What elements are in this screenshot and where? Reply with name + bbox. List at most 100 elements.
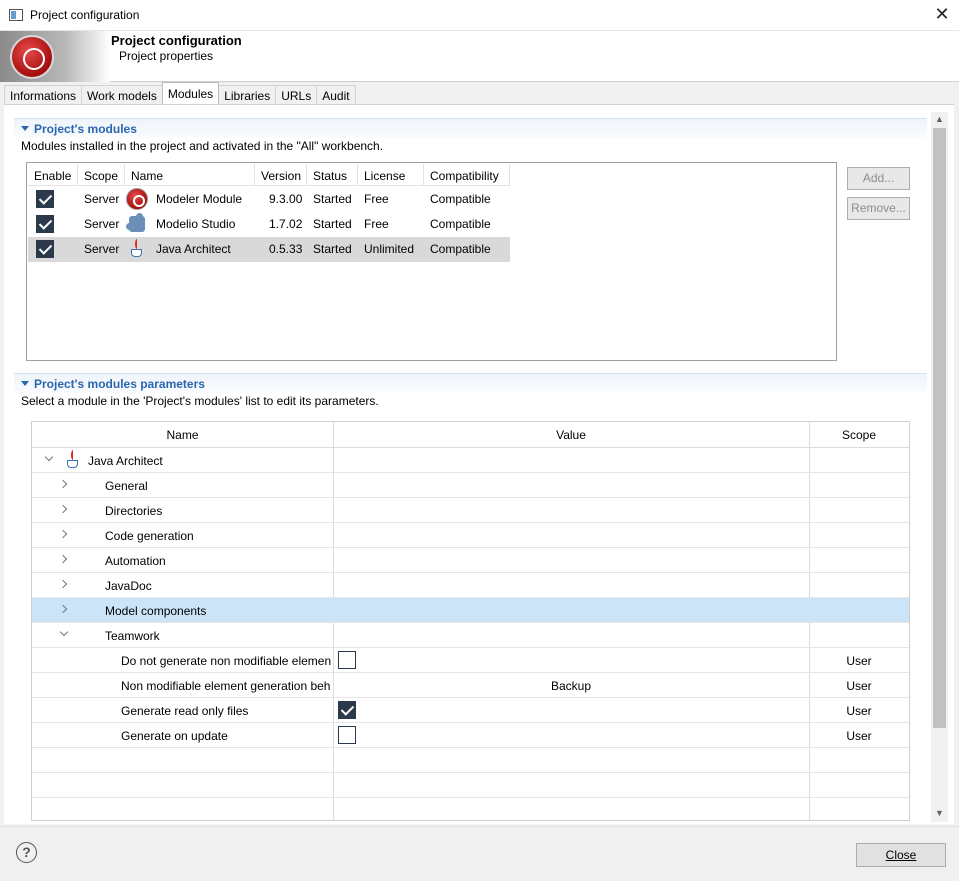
tree-node-label: Code generation <box>105 529 194 543</box>
parameters-tree-table[interactable]: Name Value Scope Java Architect General … <box>31 421 910 821</box>
param-checkbox[interactable] <box>338 726 356 744</box>
param-name: Do not generate non modifiable elemen <box>121 654 332 668</box>
chevron-right-icon[interactable] <box>58 579 68 589</box>
col-name[interactable]: Name <box>125 164 255 185</box>
header-banner: Project configuration Project properties <box>0 31 959 82</box>
enable-checkbox[interactable] <box>36 190 54 208</box>
tree-row-code-generation[interactable]: Code generation <box>32 523 909 548</box>
table-row[interactable]: Server Modelio Studio 1.7.02 Started Fre… <box>28 212 510 237</box>
param-name: Non modifiable element generation beh <box>121 679 331 693</box>
tree-row-javadoc[interactable]: JavaDoc <box>32 573 909 598</box>
dialog-footer <box>0 826 959 881</box>
close-button[interactable]: Close <box>856 843 946 867</box>
param-name: Generate read only files <box>121 704 249 718</box>
tree-row-java-architect[interactable]: Java Architect <box>32 448 909 473</box>
tree-row-teamwork[interactable]: Teamwork <box>32 623 909 648</box>
row-compatibility: Compatible <box>430 217 491 231</box>
chevron-right-icon[interactable] <box>58 479 68 489</box>
tree-node-label: General <box>105 479 148 493</box>
vertical-scrollbar[interactable]: ▲ ▼ <box>931 112 948 822</box>
row-name: Modelio Studio <box>156 217 236 231</box>
col-param-scope[interactable]: Scope <box>809 428 909 442</box>
collapse-triangle-icon[interactable] <box>21 126 29 131</box>
scrollbar-thumb[interactable] <box>933 128 946 728</box>
tab-libraries[interactable]: Libraries <box>218 85 277 105</box>
chevron-down-icon[interactable] <box>44 452 54 462</box>
row-license: Free <box>364 192 389 206</box>
row-status: Started <box>313 217 352 231</box>
params-section-title: Project's modules parameters <box>34 377 205 391</box>
modelio-logo-icon <box>0 31 110 82</box>
scroll-down-icon[interactable]: ▼ <box>935 809 944 818</box>
table-row[interactable]: Server Modeler Module 9.3.00 Started Fre… <box>28 187 510 212</box>
chevron-right-icon[interactable] <box>58 554 68 564</box>
param-row[interactable]: Do not generate non modifiable elemen Us… <box>32 648 909 673</box>
title-bar: Project configuration ✕ <box>0 0 959 31</box>
modeler-module-icon <box>126 188 148 210</box>
tree-node-label: JavaDoc <box>105 579 152 593</box>
param-scope: User <box>846 729 872 743</box>
enable-checkbox[interactable] <box>36 215 54 233</box>
empty-row <box>32 748 909 773</box>
tree-row-directories[interactable]: Directories <box>32 498 909 523</box>
col-enable[interactable]: Enable <box>28 164 78 185</box>
chevron-right-icon[interactable] <box>58 529 68 539</box>
tab-bar: Informations Work models Modules Librari… <box>4 82 356 105</box>
tree-row-automation[interactable]: Automation <box>32 548 909 573</box>
scroll-up-icon[interactable]: ▲ <box>935 115 944 124</box>
chevron-right-icon[interactable] <box>58 604 68 614</box>
close-window-icon[interactable]: ✕ <box>931 4 953 26</box>
params-section-header[interactable]: Project's modules parameters <box>14 373 927 393</box>
modules-table-header: Enable Scope Name Version Status License… <box>28 164 510 186</box>
tree-node-label: Java Architect <box>88 454 163 468</box>
row-version: 0.5.33 <box>269 242 303 256</box>
row-scope: Server <box>84 242 120 256</box>
help-icon[interactable]: ? <box>16 842 37 863</box>
col-param-name[interactable]: Name <box>32 428 333 442</box>
tree-row-general[interactable]: General <box>32 473 909 498</box>
tab-informations[interactable]: Informations <box>4 85 83 105</box>
row-license: Free <box>364 217 389 231</box>
tree-row-model-components[interactable]: Model components <box>32 598 909 623</box>
tab-work-models[interactable]: Work models <box>81 85 163 105</box>
chevron-down-icon[interactable] <box>59 627 69 637</box>
param-scope: User <box>846 679 872 693</box>
modules-section-title: Project's modules <box>34 122 137 136</box>
puzzle-piece-icon <box>126 213 145 232</box>
table-row-selected[interactable]: Server Java Architect 0.5.33 Started Unl… <box>28 237 510 262</box>
param-value[interactable]: Backup <box>333 673 809 697</box>
enable-checkbox[interactable] <box>36 240 54 258</box>
row-version: 1.7.02 <box>269 217 303 231</box>
col-compatibility[interactable]: Compatibility <box>424 164 510 185</box>
tab-urls[interactable]: URLs <box>275 85 318 105</box>
add-module-button[interactable]: Add... <box>847 167 910 190</box>
tree-node-label: Automation <box>105 554 166 568</box>
chevron-right-icon[interactable] <box>58 504 68 514</box>
param-row[interactable]: Non modifiable element generation beh Ba… <box>32 673 909 698</box>
remove-module-button[interactable]: Remove... <box>847 197 910 220</box>
param-row[interactable]: Generate on update User <box>32 723 909 748</box>
java-cup-icon <box>62 449 84 471</box>
banner-title: Project configuration <box>111 33 242 48</box>
modules-table[interactable]: Enable Scope Name Version Status License… <box>26 162 837 361</box>
col-license[interactable]: License <box>358 164 424 185</box>
row-version: 9.3.00 <box>269 192 303 206</box>
empty-row <box>32 798 909 820</box>
modules-section-header[interactable]: Project's modules <box>14 118 927 138</box>
col-status[interactable]: Status <box>307 164 358 185</box>
col-version[interactable]: Version <box>255 164 307 185</box>
col-scope[interactable]: Scope <box>78 164 125 185</box>
collapse-triangle-icon[interactable] <box>21 381 29 386</box>
param-row[interactable]: Generate read only files User <box>32 698 909 723</box>
param-checkbox[interactable] <box>338 651 356 669</box>
tab-audit[interactable]: Audit <box>316 85 356 105</box>
col-param-value[interactable]: Value <box>333 428 809 442</box>
param-scope: User <box>846 704 872 718</box>
row-scope: Server <box>84 192 120 206</box>
row-status: Started <box>313 242 352 256</box>
tab-modules[interactable]: Modules <box>161 82 220 104</box>
params-description: Select a module in the 'Project's module… <box>21 394 379 408</box>
parameters-table-header: Name Value Scope <box>32 422 909 448</box>
param-checkbox[interactable] <box>338 701 356 719</box>
modules-description: Modules installed in the project and act… <box>21 139 384 153</box>
